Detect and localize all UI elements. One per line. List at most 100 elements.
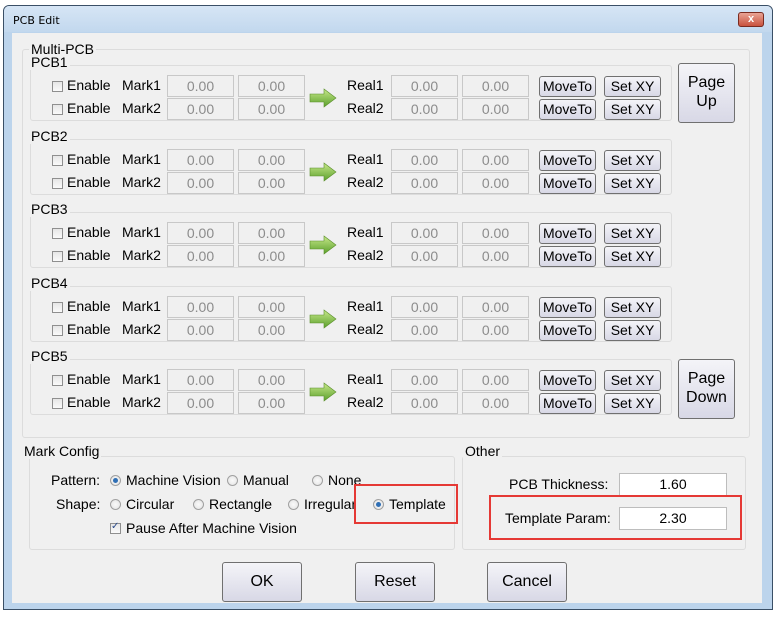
moveto-button[interactable]: MoveTo [539,393,596,414]
enable-label[interactable]: Enable [67,394,111,410]
setxy-button[interactable]: Set XY [604,246,661,267]
enable-checkbox[interactable] [52,81,63,92]
real-x-field[interactable]: 0.00 [391,172,458,194]
enable-label[interactable]: Enable [67,321,111,337]
pause-label[interactable]: Pause After Machine Vision [126,520,297,536]
page-down-button[interactable]: Page Down [678,359,735,419]
enable-label[interactable]: Enable [67,174,111,190]
real-x-field[interactable]: 0.00 [391,369,458,391]
mark-x-field[interactable]: 0.00 [167,172,234,194]
mark-x-field[interactable]: 0.00 [167,369,234,391]
mark-x-field[interactable]: 0.00 [167,245,234,267]
mark-y-field[interactable]: 0.00 [238,222,305,244]
mark-y-field[interactable]: 0.00 [238,172,305,194]
mark-x-field[interactable]: 0.00 [167,75,234,97]
moveto-button[interactable]: MoveTo [539,76,596,97]
enable-label[interactable]: Enable [67,298,111,314]
pcb-thickness-input[interactable]: 1.60 [619,473,727,496]
real-y-field[interactable]: 0.00 [462,245,529,267]
moveto-button[interactable]: MoveTo [539,99,596,120]
real-x-field[interactable]: 0.00 [391,222,458,244]
mark-x-field[interactable]: 0.00 [167,319,234,341]
mark-x-field[interactable]: 0.00 [167,296,234,318]
mark-x-field[interactable]: 0.00 [167,149,234,171]
real-y-field[interactable]: 0.00 [462,296,529,318]
mark-y-field[interactable]: 0.00 [238,319,305,341]
enable-checkbox[interactable] [52,228,63,239]
moveto-button[interactable]: MoveTo [539,173,596,194]
mark-y-field[interactable]: 0.00 [238,296,305,318]
real-y-field[interactable]: 0.00 [462,149,529,171]
enable-label[interactable]: Enable [67,100,111,116]
enable-label[interactable]: Enable [67,224,111,240]
shape-option-rectangle[interactable]: Rectangle [209,496,272,512]
real-y-field[interactable]: 0.00 [462,369,529,391]
pattern-radio-none[interactable] [312,475,323,486]
moveto-button[interactable]: MoveTo [539,150,596,171]
enable-label[interactable]: Enable [67,371,111,387]
shape-radio-rectangle[interactable] [193,499,204,510]
setxy-button[interactable]: Set XY [604,393,661,414]
shape-option-irregular[interactable]: Irregular [304,496,356,512]
enable-checkbox[interactable] [52,251,63,262]
mark-y-field[interactable]: 0.00 [238,369,305,391]
page-up-button[interactable]: Page Up [678,63,735,123]
moveto-button[interactable]: MoveTo [539,297,596,318]
shape-radio-irregular[interactable] [288,499,299,510]
setxy-button[interactable]: Set XY [604,370,661,391]
setxy-button[interactable]: Set XY [604,320,661,341]
enable-checkbox[interactable] [52,375,63,386]
shape-radio-circular[interactable] [110,499,121,510]
mark-y-field[interactable]: 0.00 [238,245,305,267]
shape-option-circular[interactable]: Circular [126,496,174,512]
real-y-field[interactable]: 0.00 [462,75,529,97]
setxy-button[interactable]: Set XY [604,99,661,120]
real-x-field[interactable]: 0.00 [391,245,458,267]
moveto-button[interactable]: MoveTo [539,223,596,244]
pattern-option-manual[interactable]: Manual [243,472,289,488]
enable-checkbox[interactable] [52,104,63,115]
setxy-button[interactable]: Set XY [604,76,661,97]
real-y-field[interactable]: 0.00 [462,172,529,194]
enable-checkbox[interactable] [52,325,63,336]
real-y-field[interactable]: 0.00 [462,319,529,341]
pattern-radio-machine-vision[interactable] [110,475,121,486]
enable-label[interactable]: Enable [67,77,111,93]
setxy-button[interactable]: Set XY [604,223,661,244]
pause-checkbox[interactable] [110,521,121,534]
moveto-button[interactable]: MoveTo [539,320,596,341]
real-x-field[interactable]: 0.00 [391,149,458,171]
real-x-field[interactable]: 0.00 [391,75,458,97]
mark-x-field[interactable]: 0.00 [167,392,234,414]
real-x-field[interactable]: 0.00 [391,296,458,318]
mark-x-field[interactable]: 0.00 [167,98,234,120]
cancel-button[interactable]: Cancel [487,562,567,602]
moveto-button[interactable]: MoveTo [539,246,596,267]
pattern-option-machine-vision[interactable]: Machine Vision [126,472,221,488]
setxy-button[interactable]: Set XY [604,173,661,194]
real-y-field[interactable]: 0.00 [462,222,529,244]
mark-y-field[interactable]: 0.00 [238,98,305,120]
real-x-field[interactable]: 0.00 [391,392,458,414]
real-y-field[interactable]: 0.00 [462,98,529,120]
setxy-button[interactable]: Set XY [604,297,661,318]
ok-button[interactable]: OK [222,562,302,602]
enable-checkbox[interactable] [52,155,63,166]
moveto-button[interactable]: MoveTo [539,370,596,391]
pattern-radio-manual[interactable] [227,475,238,486]
enable-label[interactable]: Enable [67,247,111,263]
real-y-field[interactable]: 0.00 [462,392,529,414]
reset-button[interactable]: Reset [355,562,435,602]
setxy-button[interactable]: Set XY [604,150,661,171]
enable-label[interactable]: Enable [67,151,111,167]
real-x-field[interactable]: 0.00 [391,98,458,120]
mark-x-field[interactable]: 0.00 [167,222,234,244]
enable-checkbox[interactable] [52,398,63,409]
mark-y-field[interactable]: 0.00 [238,149,305,171]
mark-y-field[interactable]: 0.00 [238,75,305,97]
enable-checkbox[interactable] [52,302,63,313]
enable-checkbox[interactable] [52,178,63,189]
real-x-field[interactable]: 0.00 [391,319,458,341]
mark-y-field[interactable]: 0.00 [238,392,305,414]
close-button[interactable]: x [738,12,764,27]
